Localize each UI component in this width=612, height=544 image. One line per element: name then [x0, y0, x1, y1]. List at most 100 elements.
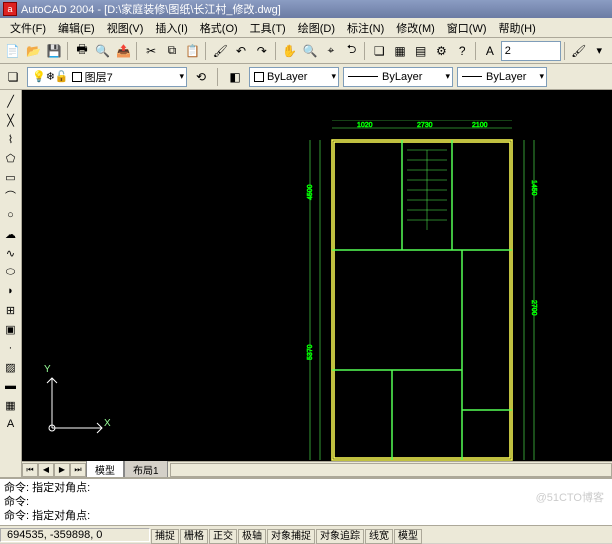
- pline-icon[interactable]: ⌇: [2, 130, 20, 148]
- new-icon[interactable]: 📄: [3, 41, 23, 61]
- lineweight-preview-icon: [462, 76, 482, 77]
- tab-prev-icon[interactable]: ◀: [38, 463, 54, 477]
- menu-i[interactable]: 插入(I): [149, 18, 193, 38]
- status-栅格[interactable]: 栅格: [180, 529, 208, 544]
- layer-name: 图层7: [85, 69, 113, 85]
- menu-h[interactable]: 帮助(H): [493, 18, 542, 38]
- watermark: @51CTO博客: [536, 489, 604, 505]
- region-icon[interactable]: ▬: [2, 377, 20, 395]
- layer-state-bulb-icon: 💡: [32, 70, 46, 83]
- tab-last-icon[interactable]: ⏭: [70, 463, 86, 477]
- svg-text:2700: 2700: [530, 300, 537, 316]
- menu-o[interactable]: 格式(O): [194, 18, 244, 38]
- xline-icon[interactable]: ╳: [2, 111, 20, 129]
- ellipse-icon[interactable]: ⬭: [2, 263, 20, 281]
- lineweight-icon[interactable]: A: [480, 41, 500, 61]
- menu-v[interactable]: 视图(V): [101, 18, 150, 38]
- svg-text:1020: 1020: [357, 122, 373, 129]
- status-正交[interactable]: 正交: [209, 529, 237, 544]
- coordinates: 694535, -359898, 0: [0, 528, 150, 542]
- canvas-wrap: 102027302100 1450 2700 4500 5370 2730117…: [22, 90, 612, 477]
- insert-icon[interactable]: ⊞: [2, 301, 20, 319]
- point-icon[interactable]: ·: [2, 339, 20, 357]
- hatch-icon[interactable]: ▨: [2, 358, 20, 376]
- line-icon[interactable]: ╱: [2, 92, 20, 110]
- status-对象捕捉[interactable]: 对象捕捉: [267, 529, 315, 544]
- layer-manager-icon[interactable]: ❏: [3, 67, 23, 87]
- save-icon[interactable]: 💾: [44, 41, 64, 61]
- properties-icon[interactable]: ❏: [369, 41, 389, 61]
- title-bar: a AutoCAD 2004 - [D:\家庭装修\图纸\长江村_修改.dwg]: [0, 0, 612, 18]
- ucs-icon: X Y: [42, 368, 112, 441]
- svg-text:4500: 4500: [307, 184, 314, 200]
- menu-n[interactable]: 标注(N): [341, 18, 390, 38]
- menu-f[interactable]: 文件(F): [4, 18, 52, 38]
- match-icon[interactable]: 🖌: [210, 41, 230, 61]
- polygon-icon[interactable]: ⬠: [2, 149, 20, 167]
- lineweight-dropdown[interactable]: ByLayer: [457, 67, 547, 87]
- cmd-line-1: 命令: 指定对角点:: [4, 481, 608, 495]
- model-tabs: ⏮ ◀ ▶ ⏭ 模型 布局1: [22, 461, 612, 477]
- color-control-icon[interactable]: ◧: [225, 67, 245, 87]
- menu-e[interactable]: 编辑(E): [52, 18, 101, 38]
- redo-icon[interactable]: ↷: [252, 41, 272, 61]
- pan-icon[interactable]: ✋: [280, 41, 300, 61]
- toolpal-icon[interactable]: ▤: [411, 41, 431, 61]
- layer-properties-bar: ❏ 💡 ❄ 🔓 图层7 ⟲ ◧ ByLayer ByLayer ByLayer: [0, 64, 612, 90]
- command-window[interactable]: 命令: 指定对角点: 命令: 命令: 指定对角点:: [0, 477, 612, 525]
- dbconnect-icon[interactable]: ⚙: [432, 41, 452, 61]
- status-bar: 694535, -359898, 0 捕捉栅格正交极轴对象捕捉对象追踪线宽模型: [0, 525, 612, 543]
- undo-icon[interactable]: ↶: [231, 41, 251, 61]
- menu-d[interactable]: 绘图(D): [292, 18, 341, 38]
- layer-color-swatch: [72, 72, 82, 82]
- open-icon[interactable]: 📂: [24, 41, 44, 61]
- spline-icon[interactable]: ∿: [2, 244, 20, 262]
- svg-text:2730: 2730: [417, 122, 433, 129]
- help-icon[interactable]: ?: [452, 41, 472, 61]
- lineweight-input[interactable]: [501, 41, 561, 61]
- tab-first-icon[interactable]: ⏮: [22, 463, 38, 477]
- menu-m[interactable]: 修改(M): [390, 18, 441, 38]
- status-线宽[interactable]: 线宽: [365, 529, 393, 544]
- color-value: ByLayer: [267, 71, 307, 83]
- menu-t[interactable]: 工具(T): [244, 18, 292, 38]
- ellipsearc-icon[interactable]: ◗: [2, 282, 20, 300]
- circle-icon[interactable]: ○: [2, 206, 20, 224]
- revcloud-icon[interactable]: ☁: [2, 225, 20, 243]
- cut-icon[interactable]: ✂: [141, 41, 161, 61]
- text-icon[interactable]: A: [2, 415, 20, 433]
- layer-prev-icon[interactable]: ⟲: [191, 67, 211, 87]
- main-area: ╱╳⌇⬠▭⌒○☁∿⬭◗⊞▣·▨▬▦A: [0, 90, 612, 477]
- hscrollbar[interactable]: [170, 463, 612, 477]
- block-icon[interactable]: ▣: [2, 320, 20, 338]
- paste-icon[interactable]: 📋: [183, 41, 203, 61]
- table-icon[interactable]: ▦: [2, 396, 20, 414]
- layer-state-freeze-icon: ❄: [46, 70, 55, 83]
- publish-icon[interactable]: 📤: [114, 41, 134, 61]
- layer-dropdown[interactable]: 💡 ❄ 🔓 图层7: [27, 67, 187, 87]
- linetype-dropdown[interactable]: ByLayer: [343, 67, 453, 87]
- color-dropdown[interactable]: ByLayer: [249, 67, 339, 87]
- status-模型[interactable]: 模型: [394, 529, 422, 544]
- zoom-rt-icon[interactable]: 🔍: [300, 41, 320, 61]
- status-极轴[interactable]: 极轴: [238, 529, 266, 544]
- copy-icon[interactable]: ⧉: [162, 41, 182, 61]
- menu-w[interactable]: 窗口(W): [441, 18, 493, 38]
- zoom-prev-icon[interactable]: ⮌: [342, 41, 362, 61]
- brush-dropdown-icon[interactable]: ▾: [589, 41, 609, 61]
- rect-icon[interactable]: ▭: [2, 168, 20, 186]
- plot-icon[interactable]: 🖶: [72, 41, 92, 61]
- status-对象追踪[interactable]: 对象追踪: [316, 529, 364, 544]
- tab-next-icon[interactable]: ▶: [54, 463, 70, 477]
- zoom-win-icon[interactable]: ⌖: [321, 41, 341, 61]
- brush-icon[interactable]: 🖌: [569, 41, 589, 61]
- drawing-canvas[interactable]: 102027302100 1450 2700 4500 5370 2730117…: [22, 90, 612, 461]
- arc-icon[interactable]: ⌒: [2, 187, 20, 205]
- dcenter-icon[interactable]: ▦: [390, 41, 410, 61]
- menu-bar: 文件(F)编辑(E)视图(V)插入(I)格式(O)工具(T)绘图(D)标注(N)…: [0, 18, 612, 38]
- status-捕捉[interactable]: 捕捉: [151, 529, 179, 544]
- cmd-line-3: 命令: 指定对角点:: [4, 509, 608, 523]
- standard-toolbar: 📄📂💾🖶🔍📤✂⧉📋🖌↶↷✋🔍⌖⮌❏▦▤⚙?A🖌▾: [0, 38, 612, 64]
- floor-plan: 102027302100 1450 2700 4500 5370 2730117…: [282, 120, 562, 461]
- preview-icon[interactable]: 🔍: [93, 41, 113, 61]
